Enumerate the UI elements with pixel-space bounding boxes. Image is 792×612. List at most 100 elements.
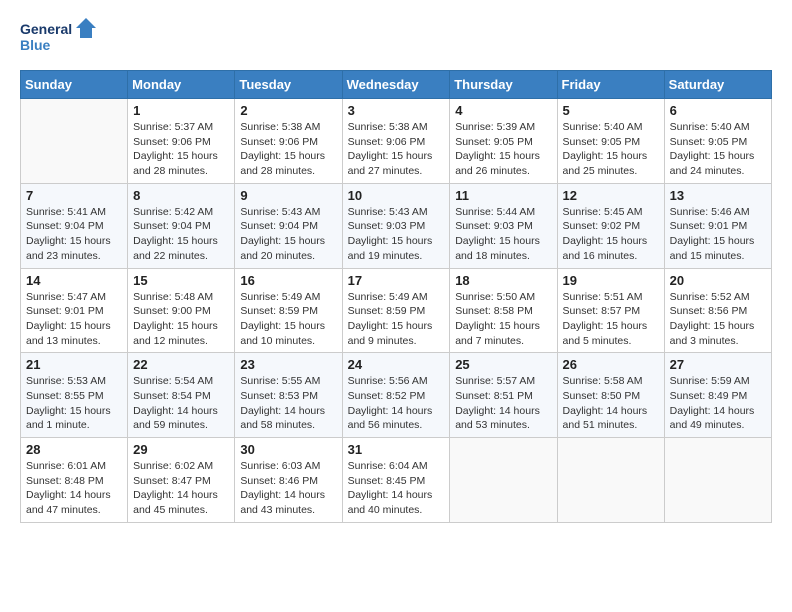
day-number: 19 xyxy=(563,273,659,288)
calendar-cell xyxy=(450,438,557,523)
day-detail: Sunrise: 5:48 AM Sunset: 9:00 PM Dayligh… xyxy=(133,290,229,349)
day-detail: Sunrise: 5:37 AM Sunset: 9:06 PM Dayligh… xyxy=(133,120,229,179)
day-detail: Sunrise: 5:50 AM Sunset: 8:58 PM Dayligh… xyxy=(455,290,551,349)
calendar-cell xyxy=(664,438,771,523)
day-detail: Sunrise: 5:52 AM Sunset: 8:56 PM Dayligh… xyxy=(670,290,766,349)
day-detail: Sunrise: 5:44 AM Sunset: 9:03 PM Dayligh… xyxy=(455,205,551,264)
day-detail: Sunrise: 6:01 AM Sunset: 8:48 PM Dayligh… xyxy=(26,459,122,518)
calendar-weekday-header: Wednesday xyxy=(342,71,450,99)
day-number: 3 xyxy=(348,103,445,118)
calendar-cell: 17 Sunrise: 5:49 AM Sunset: 8:59 PM Dayli… xyxy=(342,268,450,353)
calendar-cell: 1Sunrise: 5:37 AM Sunset: 9:06 PM Daylig… xyxy=(128,99,235,184)
calendar-cell: 29Sunrise: 6:02 AM Sunset: 8:47 PM Dayli… xyxy=(128,438,235,523)
calendar-cell: 15 Sunrise: 5:48 AM Sunset: 9:00 PM Dayli… xyxy=(128,268,235,353)
calendar-cell: 21Sunrise: 5:53 AM Sunset: 8:55 PM Dayli… xyxy=(21,353,128,438)
calendar-cell: 12 Sunrise: 5:45 AM Sunset: 9:02 PM Dayli… xyxy=(557,183,664,268)
day-detail: Sunrise: 5:40 AM Sunset: 9:05 PM Dayligh… xyxy=(563,120,659,179)
day-detail: Sunrise: 5:43 AM Sunset: 9:04 PM Dayligh… xyxy=(240,205,336,264)
day-number: 8 xyxy=(133,188,229,203)
calendar-cell xyxy=(557,438,664,523)
svg-text:General: General xyxy=(20,21,72,37)
calendar-cell: 4 Sunrise: 5:39 AM Sunset: 9:05 PM Daylig… xyxy=(450,99,557,184)
day-number: 16 xyxy=(240,273,336,288)
logo-svg: General Blue xyxy=(20,16,100,60)
calendar-cell: 2Sunrise: 5:38 AM Sunset: 9:06 PM Daylig… xyxy=(235,99,342,184)
day-detail: Sunrise: 5:39 AM Sunset: 9:05 PM Dayligh… xyxy=(455,120,551,179)
day-number: 30 xyxy=(240,442,336,457)
calendar-weekday-header: Thursday xyxy=(450,71,557,99)
day-number: 5 xyxy=(563,103,659,118)
day-number: 20 xyxy=(670,273,766,288)
day-detail: Sunrise: 5:40 AM Sunset: 9:05 PM Dayligh… xyxy=(670,120,766,179)
day-number: 17 xyxy=(348,273,445,288)
calendar-cell: 9 Sunrise: 5:43 AM Sunset: 9:04 PM Daylig… xyxy=(235,183,342,268)
calendar-cell: 8 Sunrise: 5:42 AM Sunset: 9:04 PM Daylig… xyxy=(128,183,235,268)
calendar-week-row: 7Sunrise: 5:41 AM Sunset: 9:04 PM Daylig… xyxy=(21,183,772,268)
day-detail: Sunrise: 5:38 AM Sunset: 9:06 PM Dayligh… xyxy=(348,120,445,179)
day-number: 14 xyxy=(26,273,122,288)
day-detail: Sunrise: 5:47 AM Sunset: 9:01 PM Dayligh… xyxy=(26,290,122,349)
calendar-cell: 18 Sunrise: 5:50 AM Sunset: 8:58 PM Dayli… xyxy=(450,268,557,353)
day-number: 31 xyxy=(348,442,445,457)
day-detail: Sunrise: 6:04 AM Sunset: 8:45 PM Dayligh… xyxy=(348,459,445,518)
day-number: 10 xyxy=(348,188,445,203)
day-number: 27 xyxy=(670,357,766,372)
calendar-cell: 26 Sunrise: 5:58 AM Sunset: 8:50 PM Dayli… xyxy=(557,353,664,438)
calendar-week-row: 28 Sunrise: 6:01 AM Sunset: 8:48 PM Dayli… xyxy=(21,438,772,523)
day-detail: Sunrise: 5:42 AM Sunset: 9:04 PM Dayligh… xyxy=(133,205,229,264)
day-number: 26 xyxy=(563,357,659,372)
day-number: 9 xyxy=(240,188,336,203)
calendar-cell: 20 Sunrise: 5:52 AM Sunset: 8:56 PM Dayli… xyxy=(664,268,771,353)
day-detail: Sunrise: 5:54 AM Sunset: 8:54 PM Dayligh… xyxy=(133,374,229,433)
calendar-cell: 10 Sunrise: 5:43 AM Sunset: 9:03 PM Dayli… xyxy=(342,183,450,268)
calendar-cell xyxy=(21,99,128,184)
calendar-cell: 7Sunrise: 5:41 AM Sunset: 9:04 PM Daylig… xyxy=(21,183,128,268)
calendar-table: SundayMondayTuesdayWednesdayThursdayFrid… xyxy=(20,70,772,523)
day-detail: Sunrise: 6:03 AM Sunset: 8:46 PM Dayligh… xyxy=(240,459,336,518)
day-number: 13 xyxy=(670,188,766,203)
day-detail: Sunrise: 5:49 AM Sunset: 8:59 PM Dayligh… xyxy=(240,290,336,349)
day-detail: Sunrise: 5:56 AM Sunset: 8:52 PM Dayligh… xyxy=(348,374,445,433)
day-detail: Sunrise: 5:58 AM Sunset: 8:50 PM Dayligh… xyxy=(563,374,659,433)
day-detail: Sunrise: 5:53 AM Sunset: 8:55 PM Dayligh… xyxy=(26,374,122,433)
day-detail: Sunrise: 5:49 AM Sunset: 8:59 PM Dayligh… xyxy=(348,290,445,349)
calendar-cell: 13 Sunrise: 5:46 AM Sunset: 9:01 PM Dayli… xyxy=(664,183,771,268)
day-detail: Sunrise: 5:57 AM Sunset: 8:51 PM Dayligh… xyxy=(455,374,551,433)
day-number: 28 xyxy=(26,442,122,457)
day-number: 6 xyxy=(670,103,766,118)
calendar-cell: 22Sunrise: 5:54 AM Sunset: 8:54 PM Dayli… xyxy=(128,353,235,438)
calendar-cell: 28 Sunrise: 6:01 AM Sunset: 8:48 PM Dayli… xyxy=(21,438,128,523)
page-header: General Blue xyxy=(20,16,772,60)
calendar-cell: 11Sunrise: 5:44 AM Sunset: 9:03 PM Dayli… xyxy=(450,183,557,268)
day-number: 4 xyxy=(455,103,551,118)
day-detail: Sunrise: 5:51 AM Sunset: 8:57 PM Dayligh… xyxy=(563,290,659,349)
calendar-week-row: 1Sunrise: 5:37 AM Sunset: 9:06 PM Daylig… xyxy=(21,99,772,184)
day-number: 25 xyxy=(455,357,551,372)
day-number: 23 xyxy=(240,357,336,372)
calendar-cell: 27 Sunrise: 5:59 AM Sunset: 8:49 PM Dayli… xyxy=(664,353,771,438)
day-detail: Sunrise: 6:02 AM Sunset: 8:47 PM Dayligh… xyxy=(133,459,229,518)
calendar-cell: 25 Sunrise: 5:57 AM Sunset: 8:51 PM Dayli… xyxy=(450,353,557,438)
calendar-cell: 14 Sunrise: 5:47 AM Sunset: 9:01 PM Dayli… xyxy=(21,268,128,353)
day-number: 12 xyxy=(563,188,659,203)
calendar-weekday-header: Tuesday xyxy=(235,71,342,99)
day-detail: Sunrise: 5:43 AM Sunset: 9:03 PM Dayligh… xyxy=(348,205,445,264)
day-detail: Sunrise: 5:46 AM Sunset: 9:01 PM Dayligh… xyxy=(670,205,766,264)
day-detail: Sunrise: 5:41 AM Sunset: 9:04 PM Dayligh… xyxy=(26,205,122,264)
day-detail: Sunrise: 5:45 AM Sunset: 9:02 PM Dayligh… xyxy=(563,205,659,264)
day-detail: Sunrise: 5:59 AM Sunset: 8:49 PM Dayligh… xyxy=(670,374,766,433)
day-number: 18 xyxy=(455,273,551,288)
calendar-cell: 3 Sunrise: 5:38 AM Sunset: 9:06 PM Daylig… xyxy=(342,99,450,184)
day-detail: Sunrise: 5:55 AM Sunset: 8:53 PM Dayligh… xyxy=(240,374,336,433)
calendar-cell: 5 Sunrise: 5:40 AM Sunset: 9:05 PM Daylig… xyxy=(557,99,664,184)
calendar-cell: 6 Sunrise: 5:40 AM Sunset: 9:05 PM Daylig… xyxy=(664,99,771,184)
calendar-cell: 30 Sunrise: 6:03 AM Sunset: 8:46 PM Dayli… xyxy=(235,438,342,523)
calendar-cell: 16 Sunrise: 5:49 AM Sunset: 8:59 PM Dayli… xyxy=(235,268,342,353)
calendar-cell: 19 Sunrise: 5:51 AM Sunset: 8:57 PM Dayli… xyxy=(557,268,664,353)
calendar-week-row: 21Sunrise: 5:53 AM Sunset: 8:55 PM Dayli… xyxy=(21,353,772,438)
calendar-cell: 31 Sunrise: 6:04 AM Sunset: 8:45 PM Dayli… xyxy=(342,438,450,523)
calendar-weekday-header: Sunday xyxy=(21,71,128,99)
calendar-weekday-header: Friday xyxy=(557,71,664,99)
calendar-weekday-header: Monday xyxy=(128,71,235,99)
day-number: 15 xyxy=(133,273,229,288)
